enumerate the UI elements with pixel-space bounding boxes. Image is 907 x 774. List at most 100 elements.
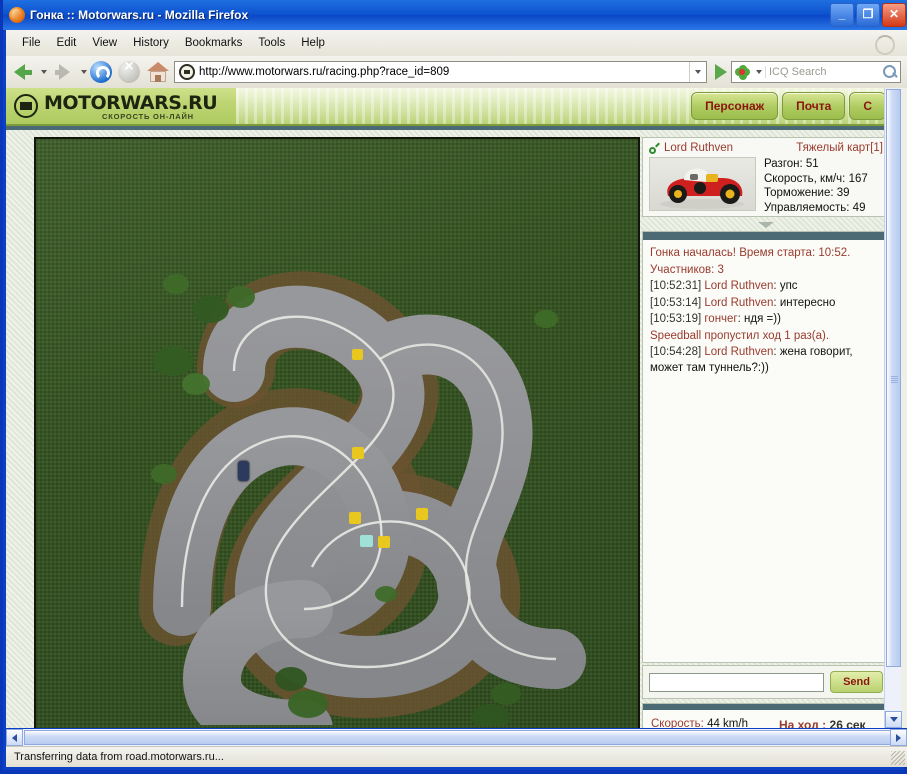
game-content: Lord Ruthven Тяжелый карт[1] (6, 126, 890, 728)
go-icon[interactable] (715, 64, 727, 80)
chat-timestamp: [10:54:28] (650, 346, 701, 358)
turn-timer: На ход : 26 сек (779, 718, 883, 728)
turn-value: 26 сек (830, 718, 866, 728)
stat-handling: Управляемость: 49 (764, 201, 868, 216)
car-yellow-5 (352, 349, 363, 360)
race-track[interactable] (36, 139, 638, 728)
chat-text: ндя =)) (744, 313, 781, 325)
chevron-down-icon (890, 717, 898, 722)
back-dropdown-icon[interactable] (41, 70, 47, 74)
maximize-button[interactable]: ❐ (856, 3, 880, 27)
minimize-icon: _ (839, 8, 846, 20)
chat-input-row: Send (642, 665, 890, 699)
site-header: MOTORWARS.RU СКОРОСТЬ ОН-ЛАЙН Персонаж П… (6, 88, 890, 126)
chat-message: [10:52:31] Lord Ruthven: упс (650, 279, 882, 295)
site-nav: Персонаж Почта С (691, 92, 886, 120)
forward-button[interactable] (51, 59, 77, 85)
navigation-toolbar: http://www.motorwars.ru/racing.php?race_… (6, 56, 907, 88)
menu-bar: File Edit View History Bookmarks Tools H… (6, 30, 907, 56)
search-icon[interactable] (880, 62, 900, 82)
chat-message: Участников: 3 (650, 263, 882, 279)
chevron-down-icon (758, 222, 774, 228)
chat-username: Lord Ruthven (704, 346, 773, 358)
chat-message: [10:53:19] гончег: ндя =)) (650, 312, 882, 328)
menu-item-bookmarks[interactable]: Bookmarks (177, 34, 251, 52)
title-bar: Гонка :: Motorwars.ru - Mozilla Firefox … (3, 0, 907, 30)
window-title: Гонка :: Motorwars.ru - Mozilla Firefox (30, 8, 248, 22)
male-gender-icon (649, 144, 660, 155)
stop-icon[interactable] (118, 61, 140, 83)
chat-username: Lord Ruthven (704, 297, 773, 309)
home-icon[interactable] (146, 61, 170, 83)
address-dropdown-icon[interactable] (689, 62, 706, 82)
chat-text: упс (780, 280, 798, 292)
horizontal-scroll-thumb[interactable] (24, 730, 907, 745)
reload-icon[interactable] (90, 61, 112, 83)
menu-item-file[interactable]: File (14, 34, 49, 52)
panel-collapse-toggle[interactable] (642, 219, 890, 231)
chat-username: гончег (704, 313, 737, 325)
stat-acceleration: Разгон: 51 (764, 157, 868, 172)
maximize-icon: ❐ (863, 8, 874, 20)
speed-label: Скорость: (651, 718, 704, 728)
nav-button-mail[interactable]: Почта (782, 92, 845, 120)
resize-grip-icon[interactable] (891, 751, 905, 765)
chat-text: интересно (780, 297, 836, 309)
chat-message: Гонка началась! Время старта: 10:52. (650, 246, 882, 262)
chat-input[interactable] (649, 673, 824, 692)
player-panel: Lord Ruthven Тяжелый карт[1] (642, 137, 890, 217)
car-yellow-1 (352, 447, 364, 459)
status-panel-header (642, 703, 890, 710)
site-tagline: СКОРОСТЬ ОН-ЛАЙН (102, 112, 194, 121)
menu-item-help[interactable]: Help (293, 34, 333, 52)
throbber-icon (875, 35, 895, 55)
vertical-scroll-thumb[interactable] (886, 89, 901, 667)
chat-log[interactable]: Гонка началась! Время старта: 10:52. Уча… (643, 240, 889, 383)
site-favicon-icon (179, 64, 195, 80)
race-track-frame[interactable] (34, 137, 640, 728)
menu-item-view[interactable]: View (84, 34, 125, 52)
stat-speed: Скорость, км/ч: 167 (764, 172, 868, 187)
nav-button-character[interactable]: Персонаж (691, 92, 778, 120)
forward-dropdown-icon[interactable] (81, 70, 87, 74)
scroll-down-button[interactable] (885, 711, 902, 728)
chat-message: Speedball пропустил ход 1 раз(а). (650, 329, 882, 345)
car-cyan (360, 535, 373, 547)
address-bar[interactable]: http://www.motorwars.ru/racing.php?race_… (174, 61, 707, 83)
motorwars-logo-icon[interactable] (14, 94, 38, 118)
scroll-right-button[interactable] (890, 729, 907, 746)
site-logo-text: MOTORWARS.RU (44, 92, 217, 114)
browser-status-bar: Transferring data from road.motorwars.ru… (6, 746, 907, 767)
close-button[interactable]: ✕ (882, 3, 906, 27)
chat-timestamp: [10:52:31] (650, 280, 701, 292)
icq-flower-icon[interactable] (735, 65, 750, 80)
menu-item-edit[interactable]: Edit (49, 34, 85, 52)
minimize-button[interactable]: _ (830, 3, 854, 27)
search-input[interactable]: ICQ Search (765, 66, 880, 78)
vertical-scrollbar[interactable] (884, 88, 901, 728)
race-status-panel: Скорость: 44 km/h Время: 2:30.235 Место:… (642, 703, 890, 727)
page-viewport: MOTORWARS.RU СКОРОСТЬ ОН-ЛАЙН Персонаж П… (6, 88, 907, 728)
menu-item-history[interactable]: History (125, 34, 177, 52)
search-engine-dropdown-icon[interactable] (756, 70, 762, 74)
chat-username: Lord Ruthven (704, 280, 773, 292)
menu-item-tools[interactable]: Tools (250, 34, 293, 52)
firefox-logo-icon (9, 7, 25, 23)
chevron-right-icon (896, 734, 901, 742)
player-name: Lord Ruthven (664, 142, 733, 154)
send-button[interactable]: Send (830, 671, 883, 693)
chat-message: [10:54:28] Lord Ruthven: жена говорит, м… (650, 345, 882, 376)
chat-timestamp: [10:53:14] (650, 297, 701, 309)
back-button[interactable] (11, 59, 37, 85)
nav-button-partial[interactable]: С (849, 92, 886, 120)
search-bar[interactable]: ICQ Search (731, 61, 901, 83)
car-yellow-4 (378, 536, 390, 548)
horizontal-scrollbar[interactable] (6, 729, 907, 746)
kart-image (649, 157, 756, 211)
firefox-window: Гонка :: Motorwars.ru - Mozilla Firefox … (0, 0, 907, 774)
status-text: Transferring data from road.motorwars.ru… (6, 751, 224, 763)
kart-stats: Разгон: 51 Скорость, км/ч: 167 Торможени… (764, 157, 868, 215)
chat-timestamp: [10:53:19] (650, 313, 701, 325)
close-icon: ✕ (889, 8, 899, 20)
scroll-left-button[interactable] (6, 729, 23, 746)
